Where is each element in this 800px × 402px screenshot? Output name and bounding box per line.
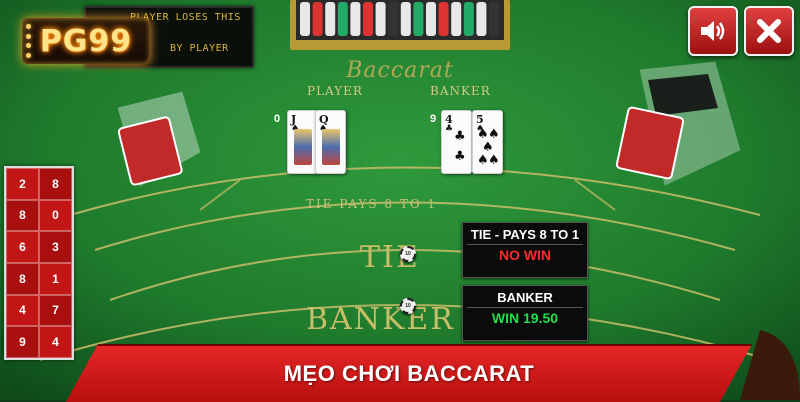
rack-chip-stack: [476, 2, 487, 36]
speaker-icon: [701, 21, 725, 41]
roadmap-cell: 3: [39, 231, 72, 263]
roadmap-cell: 8: [6, 199, 39, 232]
rack-chip-stack: [413, 2, 424, 36]
banker-score: 9: [430, 113, 437, 125]
title-banner: MẸO CHƠI BACCARAT: [66, 344, 752, 402]
rack-chip-stack: [350, 2, 361, 36]
tie-result-panel: TIE - PAYS 8 TO 1 NO WIN: [462, 222, 588, 278]
rack-chip-stack: [388, 2, 399, 36]
table-title: Baccarat: [346, 58, 454, 83]
rack-chip-stack: [312, 2, 323, 36]
roadmap-cell: 2: [6, 168, 39, 200]
rack-chip-stack: [325, 2, 336, 36]
roadmap-cell: 4: [39, 326, 72, 358]
spade-icon: ♠: [488, 153, 500, 168]
tie-result-status: NO WIN: [498, 247, 552, 263]
tie-result-title: TIE - PAYS 8 TO 1: [470, 227, 580, 242]
roadmap-cell: 8: [6, 262, 39, 295]
rack-chip-stack: [438, 2, 449, 36]
banker-chip: 10: [400, 298, 416, 314]
tie-pays-text: TIE PAYS 8 TO 1: [306, 197, 438, 211]
sound-toggle-button[interactable]: [688, 6, 738, 56]
rack-chip-stack: [489, 2, 499, 36]
roadmap-cell: 4: [6, 294, 39, 327]
banker-card: 4 ♣ ♣ ♣: [441, 110, 472, 174]
pg99-logo: PG99: [22, 18, 150, 64]
logo-text: PG99: [39, 23, 133, 59]
banker-bet-area[interactable]: BANKER: [306, 302, 455, 337]
banker-result-status: WIN 19.50: [491, 310, 559, 326]
roadmap-cell: 1: [39, 262, 72, 295]
rack-chip-stack: [300, 2, 310, 36]
close-icon: [757, 19, 781, 43]
rack-chip-stack: [375, 2, 386, 36]
roadmap-cell: 8: [39, 168, 72, 200]
player-card: Q ♠: [315, 110, 346, 174]
rack-chip-stack: [463, 2, 474, 36]
banker-result-panel: BANKER WIN 19.50: [462, 285, 588, 341]
spade-icon: ♠: [477, 153, 489, 168]
player-label: PLAYER: [307, 84, 363, 98]
roadmap-cell: 6: [6, 231, 39, 263]
club-icon: ♣: [454, 149, 466, 164]
close-button[interactable]: [744, 6, 794, 56]
banker-card: 5 ♠ ♠ ♠ ♠ ♠ ♠: [472, 110, 503, 174]
baccarat-table: PLAYER LOSES THIS BY PLAYER PG99 Baccara…: [0, 0, 800, 400]
banner-title: MẸO CHƠI BACCARAT: [283, 361, 535, 386]
rack-chip-stack: [363, 2, 373, 36]
player-score: 0: [274, 113, 281, 125]
rack-chip-stack: [451, 2, 462, 36]
club-icon: ♣: [454, 129, 466, 144]
banker-result-title: BANKER: [497, 290, 553, 305]
player-card: J ♠: [287, 110, 318, 174]
score-roadmap: 288063814794: [4, 166, 74, 360]
rack-chip-stack: [426, 2, 436, 36]
banker-label: BANKER: [430, 84, 491, 98]
tie-chip: 10: [400, 246, 416, 262]
rack-chip-stack: [400, 2, 411, 36]
rack-chip-stack: [337, 2, 348, 36]
logo-lights: [26, 24, 36, 58]
scoreboard-line-2: BY PLAYER: [170, 43, 229, 54]
roadmap-cell: 7: [39, 294, 72, 327]
roadmap-cell: 0: [39, 199, 72, 232]
roadmap-cell: 9: [6, 326, 39, 358]
